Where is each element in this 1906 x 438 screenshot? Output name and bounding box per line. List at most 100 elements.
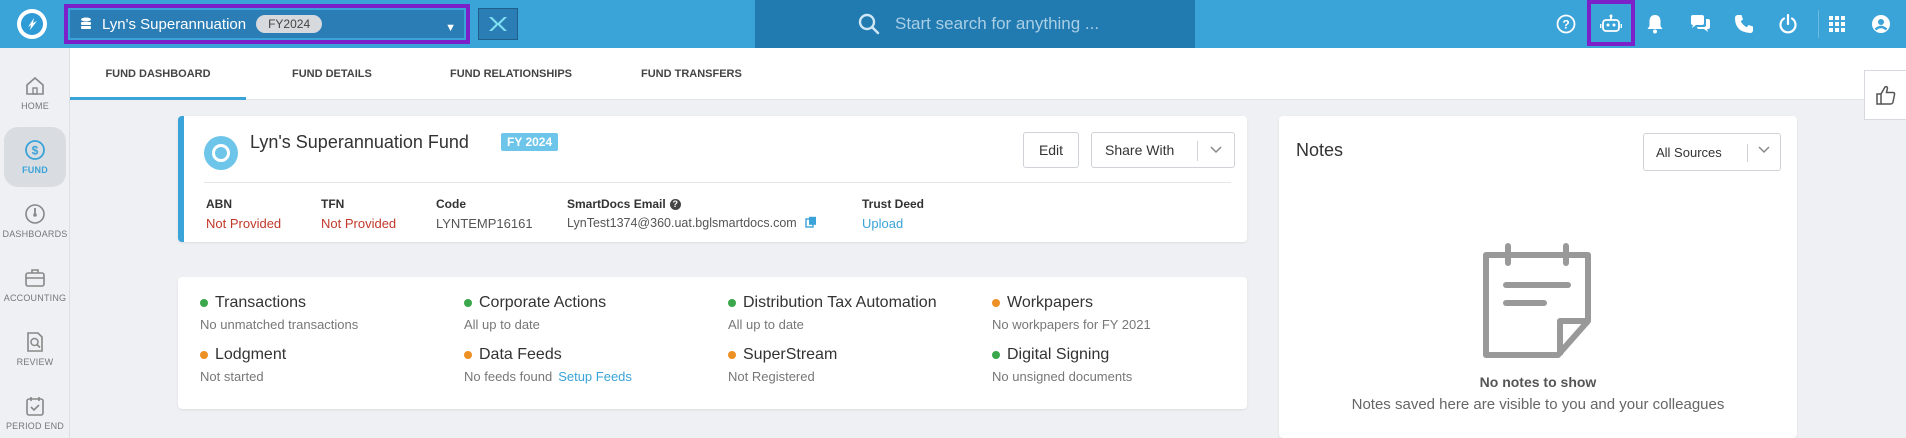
chevron-down-icon xyxy=(1758,145,1770,157)
trust-deed-label: Trust Deed xyxy=(862,197,925,211)
fund-selector[interactable]: Lyn's Superannuation FY2024 ▼ xyxy=(64,4,470,44)
sidebar-item-period-end[interactable]: PERIOD END xyxy=(4,383,66,438)
apps-grid-icon[interactable] xyxy=(1825,12,1849,36)
status-subtitle: No feeds found xyxy=(464,369,553,384)
status-subtitle: No workpapers for FY 2021 xyxy=(992,317,1151,332)
notes-empty-subtitle: Notes saved here are visible to you and … xyxy=(1351,396,1725,413)
tab-fund-details[interactable]: FUND DETAILS xyxy=(292,48,372,100)
sidebar-label-dashboards: DASHBOARDS xyxy=(2,229,68,239)
sidebar-label-accounting: ACCOUNTING xyxy=(3,293,67,303)
status-data-feeds[interactable]: Data Feeds No feeds found Setup Feeds xyxy=(464,346,632,384)
trust-deed-upload-link[interactable]: Upload xyxy=(862,216,924,231)
status-title: Digital Signing xyxy=(1007,346,1110,363)
status-dot xyxy=(728,299,736,307)
sources-label: All Sources xyxy=(1656,144,1722,160)
status-title: Corporate Actions xyxy=(479,294,607,311)
sidebar-item-home[interactable]: HOME xyxy=(4,63,66,123)
fund-title: Lyn's Superannuation Fund xyxy=(250,132,469,152)
calendar-check-icon xyxy=(26,397,44,416)
robot-icon[interactable] xyxy=(1599,12,1623,36)
status-dot xyxy=(728,351,736,359)
help-icon[interactable]: ? xyxy=(1554,12,1578,36)
chevron-down-icon: ▼ xyxy=(445,22,456,34)
status-subtitle: All up to date xyxy=(728,317,804,332)
sidebar-item-accounting[interactable]: ACCOUNTING xyxy=(4,255,66,315)
sidebar-item-dashboards[interactable]: DASHBOARDS xyxy=(2,191,68,251)
setup-feeds-link[interactable]: Setup Feeds xyxy=(558,369,632,384)
status-overview-card: Transactions No unmatched transactions C… xyxy=(178,277,1247,409)
tfn-label: TFN xyxy=(321,197,345,211)
app-logo[interactable] xyxy=(17,9,47,39)
tab-bar: FUND DASHBOARD FUND DETAILS FUND RELATIO… xyxy=(70,48,1906,100)
code-value: LYNTEMP16161 xyxy=(436,216,533,231)
status-digital-signing[interactable]: Digital Signing No unsigned documents xyxy=(992,346,1132,384)
svg-text:$: $ xyxy=(32,144,39,158)
notes-panel: Notes All Sources No notes to show Notes… xyxy=(1279,116,1797,438)
smartdocs-email-value: LynTest1374@360.uat.bglsmartdocs.com xyxy=(567,216,797,230)
code-field: Code LYNTEMP16161 xyxy=(436,197,533,231)
user-icon[interactable] xyxy=(1869,12,1893,36)
status-lodgment[interactable]: Lodgment Not started xyxy=(200,346,286,384)
edit-button[interactable]: Edit xyxy=(1023,132,1079,168)
search-icon xyxy=(858,13,880,35)
sidebar-item-review[interactable]: REVIEW xyxy=(4,319,66,379)
power-icon[interactable] xyxy=(1776,12,1800,36)
status-distribution-tax-automation[interactable]: Distribution Tax Automation All up to da… xyxy=(728,294,937,332)
status-dot xyxy=(992,299,1000,307)
feedback-button[interactable] xyxy=(1864,70,1906,120)
thumbs-up-icon xyxy=(1875,85,1895,105)
status-title: Lodgment xyxy=(215,346,287,363)
chat-icon[interactable] xyxy=(1688,12,1712,36)
status-subtitle: No unsigned documents xyxy=(992,369,1133,384)
xero-button[interactable] xyxy=(478,8,518,40)
status-title: Transactions xyxy=(215,294,306,311)
global-search[interactable]: Start search for anything ... xyxy=(755,0,1195,48)
dropdown-separator xyxy=(1197,141,1198,161)
gauge-icon xyxy=(25,204,45,224)
sidebar-label-fund: FUND xyxy=(22,165,48,175)
top-bar: Lyn's Superannuation FY2024 ▼ Start sear… xyxy=(0,0,1906,48)
smartdocs-email-row: LynTest1374@360.uat.bglsmartdocs.com xyxy=(567,216,817,230)
dollar-icon: $ xyxy=(25,140,45,160)
status-transactions[interactable]: Transactions No unmatched transactions xyxy=(200,294,358,332)
tab-fund-dashboard[interactable]: FUND DASHBOARD xyxy=(70,48,246,100)
status-title: Workpapers xyxy=(1007,294,1093,311)
topbar-separator xyxy=(1818,10,1819,38)
status-dot xyxy=(200,351,208,359)
share-with-dropdown[interactable]: Share With xyxy=(1091,132,1235,168)
abn-label: ABN xyxy=(206,197,232,211)
help-icon[interactable]: ? xyxy=(669,198,681,210)
chevron-down-icon xyxy=(1210,143,1222,157)
status-dot xyxy=(464,299,472,307)
tab-fund-relationships[interactable]: FUND RELATIONSHIPS xyxy=(450,48,572,100)
tab-fund-transfers[interactable]: FUND TRANSFERS xyxy=(641,48,742,100)
trust-deed-field: Trust Deed Upload xyxy=(862,197,924,231)
card-divider xyxy=(204,182,1231,183)
notes-empty-title: No notes to show xyxy=(1479,374,1597,390)
smartdocs-email-label: SmartDocs Email xyxy=(567,197,666,211)
status-superstream[interactable]: SuperStream Not Registered xyxy=(728,346,837,384)
sidebar-item-fund[interactable]: $ FUND xyxy=(4,127,66,187)
status-title: Data Feeds xyxy=(479,346,562,363)
sidebar-label-home: HOME xyxy=(21,101,49,111)
bell-icon[interactable] xyxy=(1643,12,1667,36)
phone-icon[interactable] xyxy=(1732,12,1756,36)
status-workpapers[interactable]: Workpapers No workpapers for FY 2021 xyxy=(992,294,1151,332)
fund-year-pill: FY2024 xyxy=(256,15,323,33)
dropdown-separator xyxy=(1747,144,1748,162)
share-with-label: Share With xyxy=(1105,142,1175,158)
status-subtitle: No unmatched transactions xyxy=(200,317,359,332)
logo-icon xyxy=(21,13,43,35)
abn-value: Not Provided xyxy=(206,216,282,231)
search-placeholder[interactable]: Start search for anything ... xyxy=(895,14,1099,34)
sidebar-label-review: REVIEW xyxy=(16,357,54,367)
notes-title: Notes xyxy=(1296,140,1344,160)
tfn-field: TFN Not Provided xyxy=(321,197,396,231)
tfn-value: Not Provided xyxy=(321,216,397,231)
sources-dropdown[interactable]: All Sources xyxy=(1643,133,1781,171)
sidebar-label-period-end: PERIOD END xyxy=(5,421,64,431)
abn-field: ABN Not Provided xyxy=(206,197,281,231)
copy-icon[interactable] xyxy=(805,216,817,228)
status-dot xyxy=(200,299,208,307)
status-corporate-actions[interactable]: Corporate Actions All up to date xyxy=(464,294,606,332)
